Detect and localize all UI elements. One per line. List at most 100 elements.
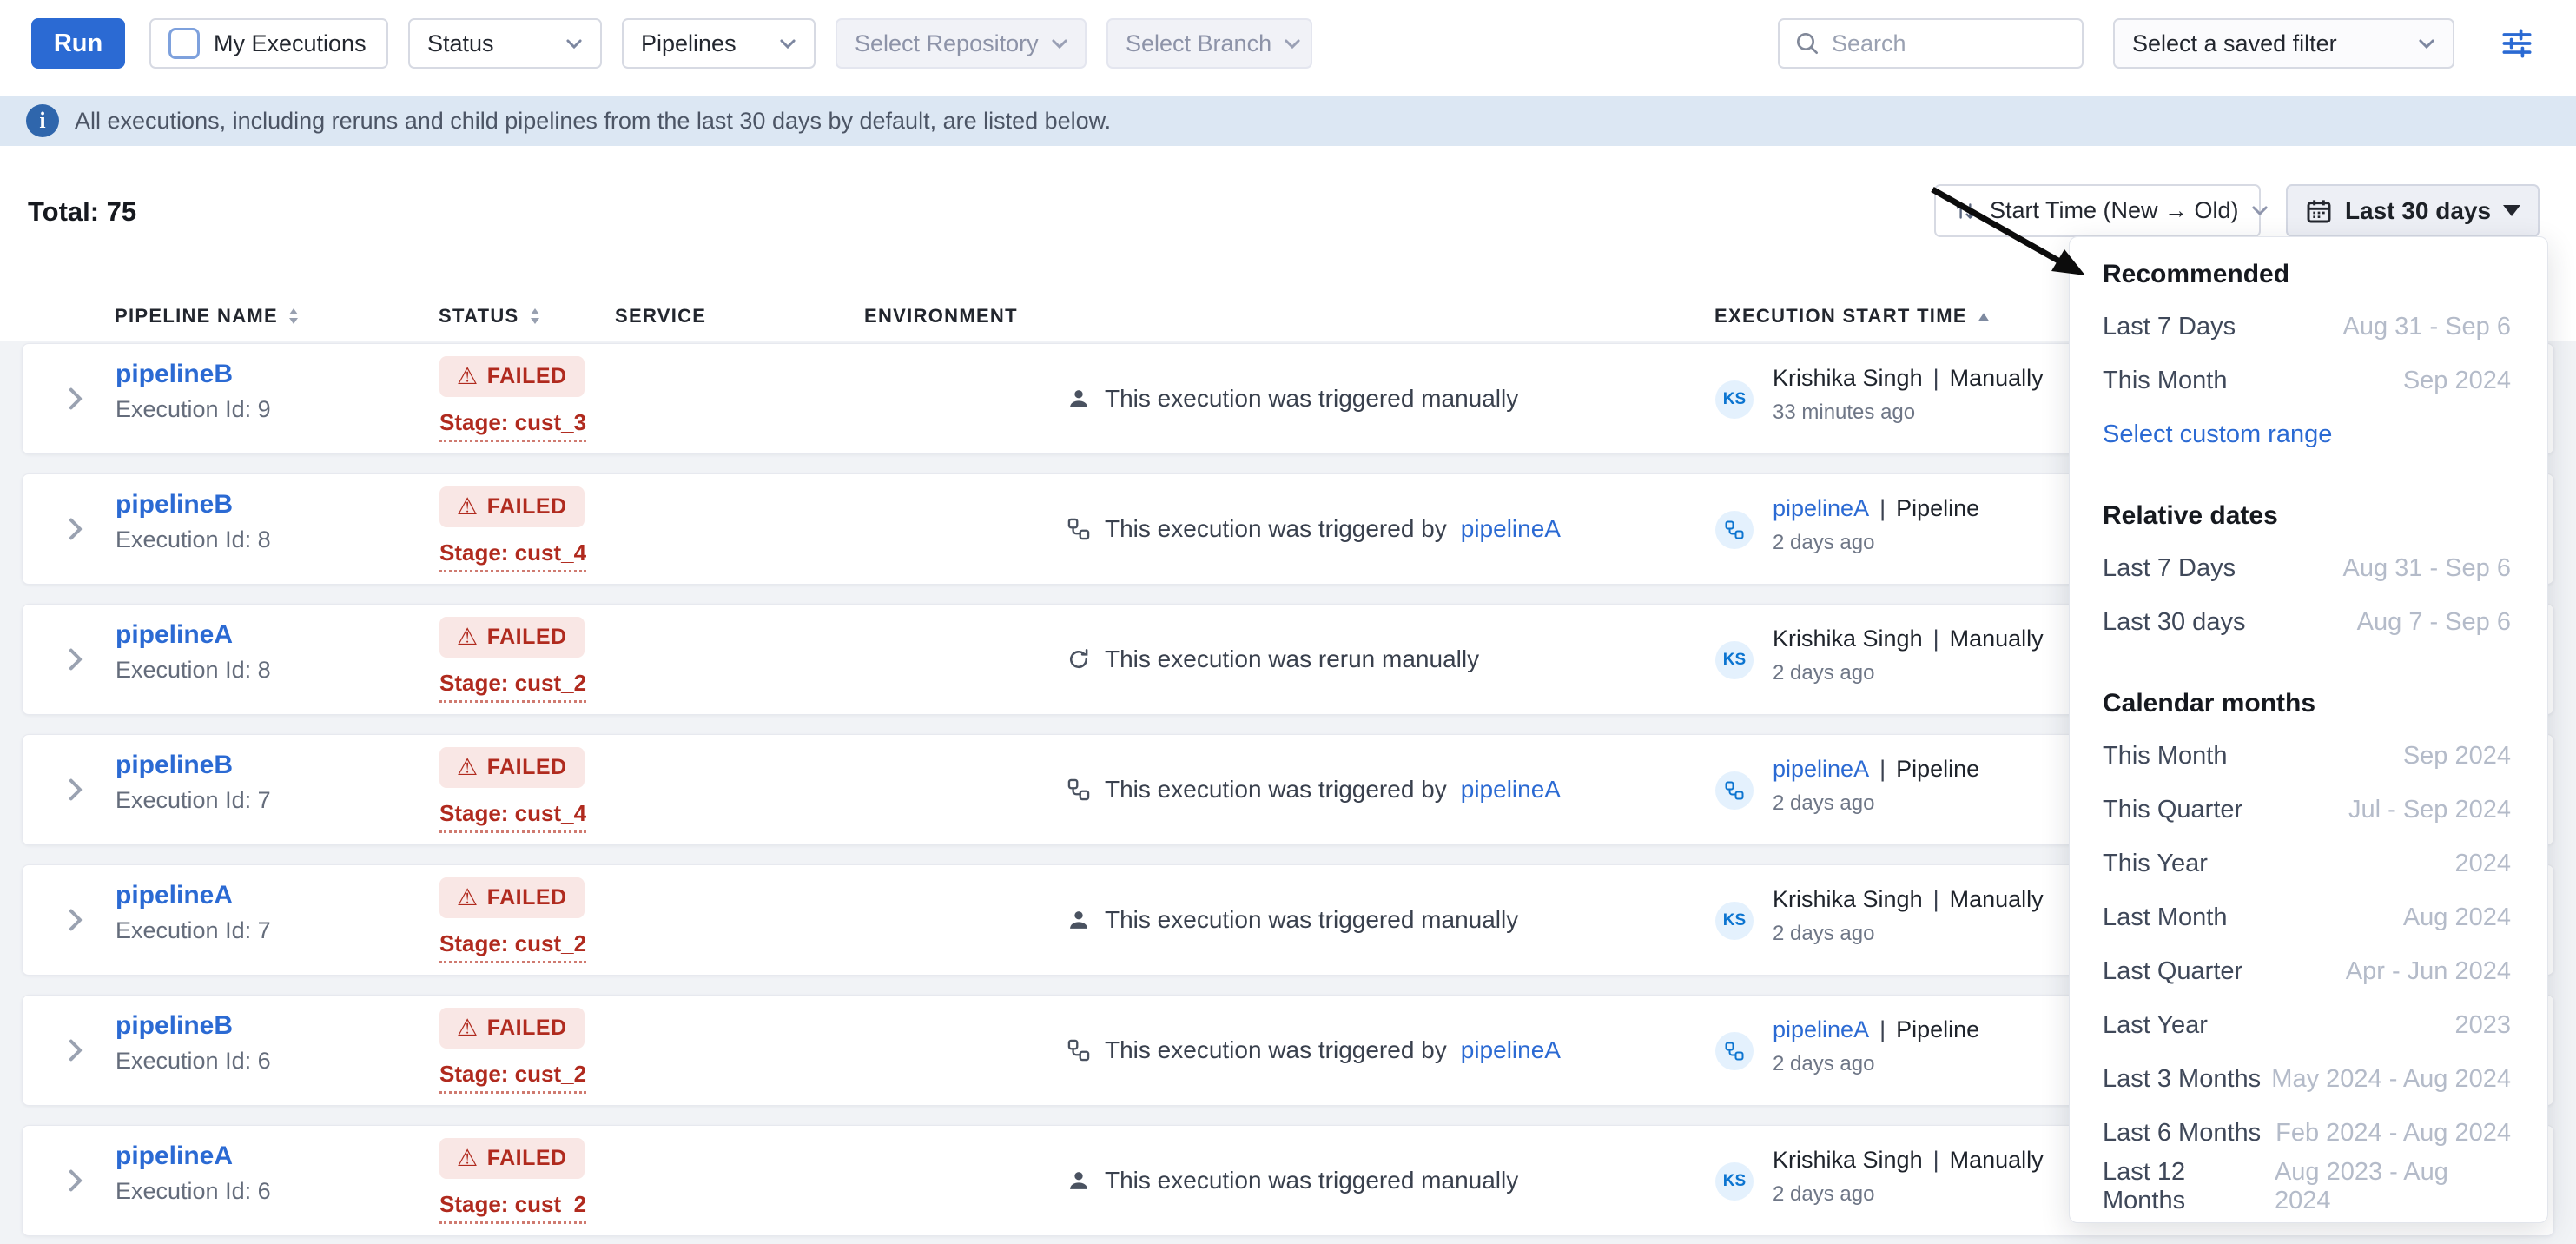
row-expand-chevron[interactable] xyxy=(66,1039,85,1062)
date-option[interactable]: Last Year 2023 xyxy=(2103,998,2511,1052)
search-box[interactable] xyxy=(1778,18,2084,69)
pipeline-name-link[interactable]: pipelineB xyxy=(116,751,271,780)
date-option[interactable]: Last Month Aug 2024 xyxy=(2103,890,2511,944)
section-relative-dates: Relative dates xyxy=(2103,491,2511,541)
row-expand-chevron[interactable] xyxy=(66,1169,85,1192)
trigger-text: This execution was rerun manually xyxy=(1105,645,1479,673)
calendar-icon xyxy=(2305,197,2333,225)
pipelines-filter-dropdown[interactable]: Pipelines xyxy=(622,18,816,69)
sort-updown-icon xyxy=(528,306,542,327)
stage-link[interactable]: Stage: cust_4 xyxy=(439,539,586,572)
pipeline-name-link[interactable]: pipelineA xyxy=(116,881,271,910)
date-range-button[interactable]: Last 30 days xyxy=(2286,184,2540,237)
section-recommended: Recommended xyxy=(2103,249,2511,300)
run-button[interactable]: Run xyxy=(31,18,125,69)
status-badge: ⚠FAILED xyxy=(439,1008,585,1049)
date-option[interactable]: Last 7 Days Aug 31 - Sep 6 xyxy=(2103,300,2511,354)
actor-line: Krishika Singh|Manually xyxy=(1773,625,2044,652)
actor-line: Krishika Singh|Manually xyxy=(1773,886,2044,913)
status-badge: ⚠FAILED xyxy=(439,617,585,658)
trigger-pipeline-link[interactable]: pipelineA xyxy=(1461,776,1561,804)
status-filter-dropdown[interactable]: Status xyxy=(408,18,602,69)
column-execution-start-time[interactable]: Execution Start Time xyxy=(1714,305,1991,328)
stage-link[interactable]: Stage: cust_4 xyxy=(439,800,586,833)
actor-line: Krishika Singh|Manually xyxy=(1773,365,2044,392)
saved-filter-dropdown[interactable]: Select a saved filter xyxy=(2113,18,2454,69)
date-option[interactable]: Last Quarter Apr - Jun 2024 xyxy=(2103,944,2511,998)
trigger-pipeline-link[interactable]: pipelineA xyxy=(1461,1036,1561,1064)
chevron-down-icon xyxy=(779,38,796,50)
execution-time: 2 days ago xyxy=(1773,1052,1979,1076)
chevron-down-icon xyxy=(2418,38,2435,50)
execution-id: Execution Id: 7 xyxy=(116,787,271,814)
date-range-dropdown: Recommended Last 7 Days Aug 31 - Sep 6 T… xyxy=(2069,236,2548,1223)
pipeline-name-link[interactable]: pipelineA xyxy=(116,1141,271,1171)
stage-link[interactable]: Stage: cust_2 xyxy=(439,1061,586,1094)
status-badge: ⚠FAILED xyxy=(439,877,585,918)
stage-link[interactable]: Stage: cust_2 xyxy=(439,930,586,963)
execution-time: 33 minutes ago xyxy=(1773,400,2044,425)
info-icon: i xyxy=(26,104,59,137)
repository-filter-dropdown[interactable]: Select Repository xyxy=(836,18,1087,69)
executions-page: Run My Executions Status Pipelines Selec… xyxy=(0,0,2576,1244)
date-option[interactable]: This Quarter Jul - Sep 2024 xyxy=(2103,783,2511,837)
date-option[interactable]: This Year 2024 xyxy=(2103,837,2511,890)
select-custom-range-link[interactable]: Select custom range xyxy=(2103,407,2511,461)
manual-trigger-icon xyxy=(1067,908,1091,932)
date-option[interactable]: This Month Sep 2024 xyxy=(2103,729,2511,783)
warning-icon: ⚠ xyxy=(457,756,479,779)
actor-line: pipelineA|Pipeline xyxy=(1773,756,1979,783)
sort-dropdown[interactable]: Start Time (New → Old) xyxy=(1934,184,2261,237)
status-badge: ⚠FAILED xyxy=(439,747,585,788)
row-expand-chevron[interactable] xyxy=(66,778,85,801)
my-executions-toggle[interactable]: My Executions xyxy=(149,18,388,69)
date-option[interactable]: Last 6 Months Feb 2024 - Aug 2024 xyxy=(2103,1106,2511,1160)
row-expand-chevron[interactable] xyxy=(66,648,85,671)
date-option[interactable]: Last 30 days Aug 7 - Sep 6 xyxy=(2103,595,2511,649)
pipeline-name-link[interactable]: pipelineA xyxy=(116,620,271,650)
date-option[interactable]: Last 12 Months Aug 2023 - Aug 2024 xyxy=(2103,1160,2511,1214)
trigger-text: This execution was triggered by xyxy=(1105,515,1447,543)
pipeline-trigger-icon xyxy=(1067,517,1091,541)
stage-link[interactable]: Stage: cust_3 xyxy=(439,409,586,442)
pipeline-name-link[interactable]: pipelineB xyxy=(116,1011,271,1041)
caret-down-icon xyxy=(2503,205,2520,216)
info-banner-text: All executions, including reruns and chi… xyxy=(75,108,1111,135)
chevron-down-icon xyxy=(2251,205,2269,216)
pipeline-name-link[interactable]: pipelineB xyxy=(116,360,271,389)
date-option[interactable]: This Month Sep 2024 xyxy=(2103,354,2511,407)
execution-time: 2 days ago xyxy=(1773,922,2044,946)
pipeline-name-link[interactable]: pipelineB xyxy=(116,490,271,519)
actor-pipeline-link[interactable]: pipelineA xyxy=(1773,495,1869,522)
pipeline-avatar xyxy=(1715,771,1754,810)
execution-time: 2 days ago xyxy=(1773,661,2044,685)
row-expand-chevron[interactable] xyxy=(66,909,85,931)
user-avatar: KS xyxy=(1715,380,1754,419)
date-option[interactable]: Last 7 Days Aug 31 - Sep 6 xyxy=(2103,541,2511,595)
column-status[interactable]: Status xyxy=(439,305,542,328)
search-input[interactable] xyxy=(1832,30,2068,57)
actor-line: pipelineA|Pipeline xyxy=(1773,1016,1979,1043)
stage-link[interactable]: Stage: cust_2 xyxy=(439,1191,586,1224)
my-executions-checkbox[interactable] xyxy=(168,28,200,59)
filter-sliders-icon[interactable] xyxy=(2498,24,2536,63)
date-option[interactable]: Last 3 Months May 2024 - Aug 2024 xyxy=(2103,1052,2511,1106)
trigger-text: This execution was triggered by xyxy=(1105,1036,1447,1064)
status-badge: ⚠FAILED xyxy=(439,1138,585,1179)
row-expand-chevron[interactable] xyxy=(66,387,85,410)
execution-time: 2 days ago xyxy=(1773,531,1979,555)
manual-trigger-icon xyxy=(1067,1168,1091,1193)
execution-time: 2 days ago xyxy=(1773,1182,2044,1207)
stage-link[interactable]: Stage: cust_2 xyxy=(439,670,586,703)
warning-icon: ⚠ xyxy=(457,495,479,519)
column-pipeline-name[interactable]: Pipeline Name xyxy=(115,305,301,328)
search-icon xyxy=(1793,30,1821,57)
actor-pipeline-link[interactable]: pipelineA xyxy=(1773,756,1869,783)
row-expand-chevron[interactable] xyxy=(66,518,85,540)
warning-icon: ⚠ xyxy=(457,1016,479,1040)
trigger-pipeline-link[interactable]: pipelineA xyxy=(1461,515,1561,543)
branch-filter-dropdown[interactable]: Select Branch xyxy=(1106,18,1312,69)
actor-pipeline-link[interactable]: pipelineA xyxy=(1773,1016,1869,1043)
warning-icon: ⚠ xyxy=(457,625,479,649)
sort-updown-icon xyxy=(287,306,301,327)
